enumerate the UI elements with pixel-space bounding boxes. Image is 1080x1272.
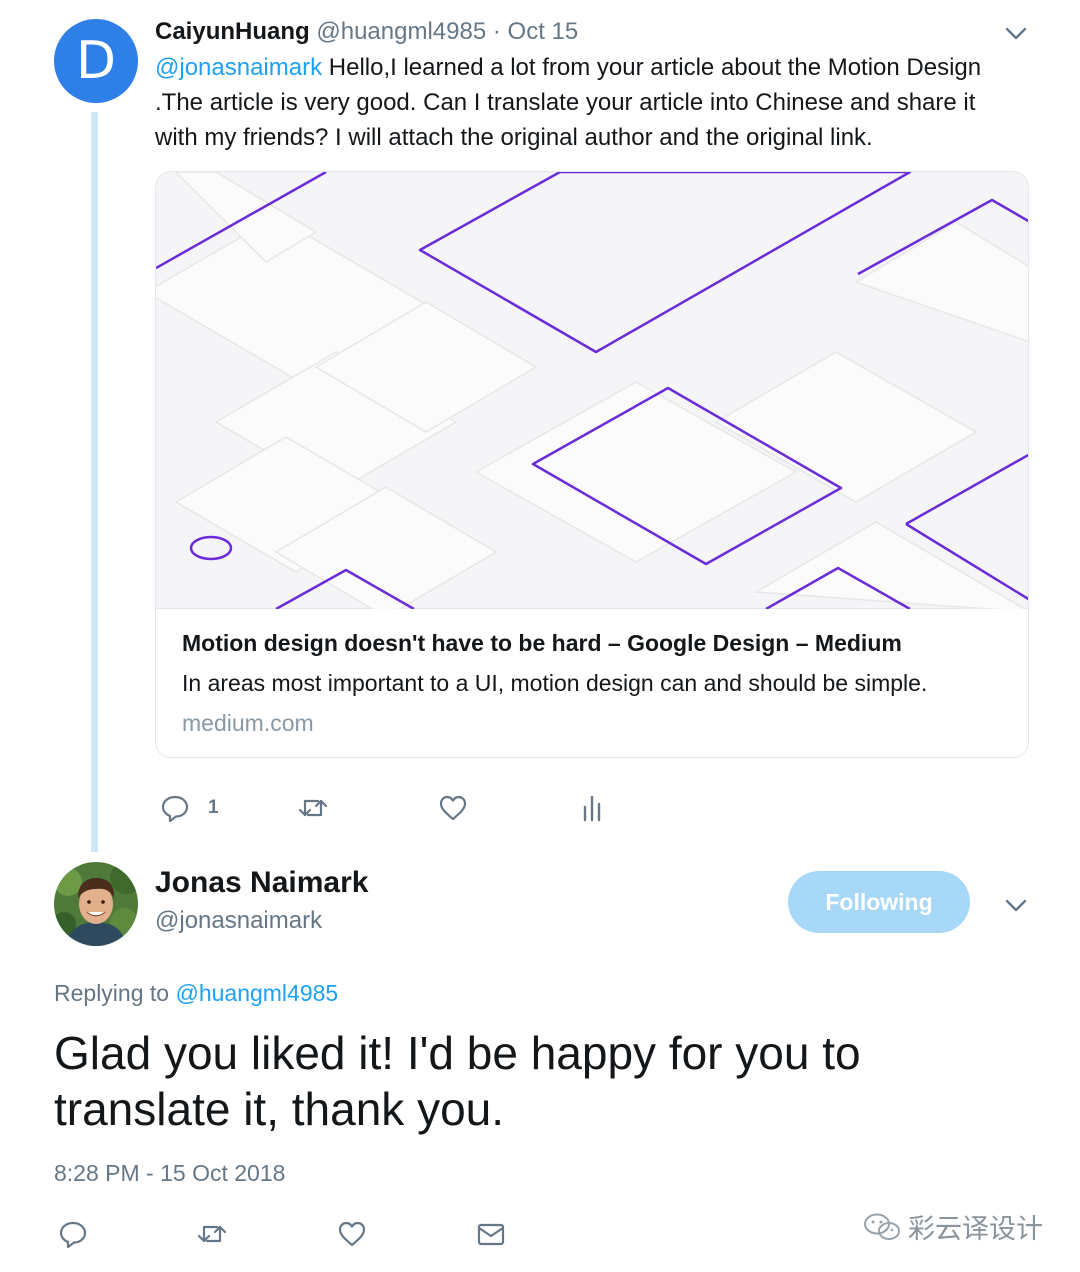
tweet-header: CaiyunHuang @huangml4985 · Oct 15: [155, 16, 578, 48]
replying-to: Replying to @huangml4985: [54, 980, 338, 1007]
retweet-icon: [298, 799, 328, 817]
card-image: [156, 172, 1028, 609]
tweet-menu-chevron-down-icon[interactable]: [1003, 20, 1029, 46]
analytics-icon: [583, 795, 601, 822]
avatar-letter: D: [75, 31, 117, 91]
author-name[interactable]: Jonas Naimark: [155, 866, 368, 900]
retweet-button[interactable]: [298, 793, 328, 823]
replying-prefix: Replying to: [54, 980, 176, 1006]
separator-dot: ·: [492, 18, 501, 45]
like-button[interactable]: [337, 1219, 367, 1249]
watermark: 彩云译设计: [862, 1207, 1043, 1246]
reply-icon: [161, 795, 189, 823]
author-name[interactable]: CaiyunHuang: [155, 18, 310, 45]
retweet-button[interactable]: [197, 1219, 227, 1249]
card-domain: medium.com: [182, 710, 314, 736]
watermark-text: 彩云译设计: [908, 1214, 1043, 1245]
tweet-text: @jonasnaimark Hello,I learned a lot from…: [155, 50, 1015, 155]
reply-icon: [59, 1221, 87, 1249]
tweet-timestamp[interactable]: 8:28 PM - 15 Oct 2018: [54, 1160, 285, 1187]
avatar[interactable]: D: [54, 19, 138, 103]
reply-button[interactable]: [58, 1219, 88, 1249]
author-handle[interactable]: @huangml4985: [316, 18, 486, 45]
envelope-icon: [477, 1223, 505, 1246]
retweet-icon: [197, 1225, 227, 1243]
tweet-text: Glad you liked it! I'd be happy for you …: [54, 1027, 861, 1135]
reply-count: 1: [208, 797, 219, 818]
analytics-button[interactable]: [577, 793, 607, 823]
reply-button[interactable]: 1: [160, 793, 219, 823]
mention-link[interactable]: @jonasnaimark: [155, 54, 322, 81]
replying-handle-link[interactable]: @huangml4985: [175, 980, 338, 1006]
heart-icon: [439, 795, 467, 821]
tweet-date[interactable]: Oct 15: [508, 18, 579, 45]
thread-connector-line: [91, 112, 98, 852]
heart-icon: [338, 1221, 366, 1247]
card-title: Motion design doesn't have to be hard – …: [182, 630, 902, 656]
link-card[interactable]: Motion design doesn't have to be hard – …: [155, 171, 1029, 758]
wechat-icon: [864, 1213, 900, 1240]
author-handle[interactable]: @jonasnaimark: [155, 907, 322, 935]
isometric-illustration: [156, 172, 1028, 609]
following-button[interactable]: Following: [788, 871, 970, 933]
profile-photo: [54, 862, 138, 946]
direct-message-button[interactable]: [476, 1219, 506, 1249]
avatar[interactable]: [54, 862, 138, 946]
card-description: In areas most important to a UI, motion …: [182, 670, 928, 696]
like-button[interactable]: [438, 793, 468, 823]
tweet-menu-chevron-down-icon[interactable]: [1003, 892, 1029, 918]
